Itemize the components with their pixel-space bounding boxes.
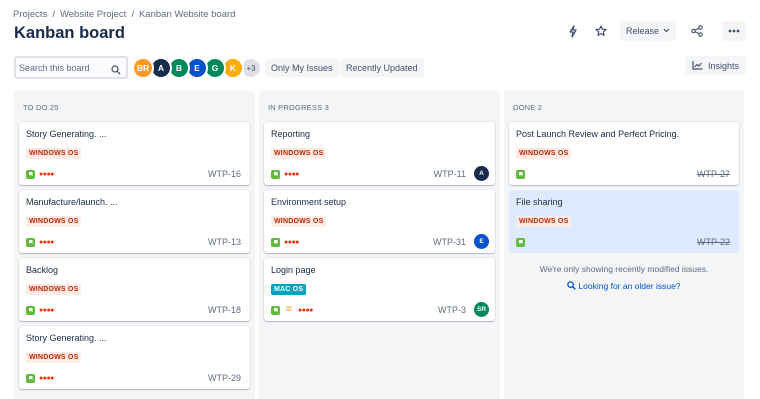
label-badge: WINDOWS OS: [26, 216, 82, 227]
issue-key: WTP-31: [432, 237, 466, 247]
share-icon[interactable]: [686, 21, 708, 41]
release-dropdown[interactable]: Release: [619, 21, 676, 41]
breadcrumb: Projects / Website Project / Kanban Website …: [13, 9, 235, 20]
issue-card[interactable]: Story Generating. ... WINDOWS OS ●●●● WT…: [19, 326, 250, 389]
card-title: Login page: [271, 265, 316, 275]
label-badge: WINDOWS OS: [516, 148, 572, 159]
story-icon: [271, 170, 280, 179]
issue-card[interactable]: Login page MAC OS = ●●●● WTP-3 SR: [264, 258, 495, 321]
search-box: [14, 56, 128, 79]
insights-button[interactable]: Insights: [684, 56, 746, 75]
story-icon: [26, 374, 35, 383]
older-issue-label: Looking for an older issue?: [578, 281, 681, 291]
page-title: Kanban board: [14, 24, 125, 42]
priority-highest-icon: ●●●●: [298, 307, 313, 314]
card-title: Reporting: [271, 129, 311, 139]
breadcrumb-projects[interactable]: Projects: [13, 9, 47, 20]
assignee-avatar[interactable]: SR: [474, 302, 489, 317]
issue-card[interactable]: Manufacture/launch. ... WINDOWS OS ●●●● …: [19, 190, 250, 253]
card-title: File sharing: [516, 197, 563, 207]
more-options-icon[interactable]: [722, 21, 746, 41]
column-todo: TO DO 25 Story Generating. ... WINDOWS O…: [14, 91, 255, 399]
issue-key: WTP-13: [207, 237, 241, 247]
label-badge: WINDOWS OS: [516, 216, 572, 227]
issue-key: WTP-29: [207, 373, 241, 383]
only-my-issues-button[interactable]: Only My Issues: [265, 59, 339, 77]
chevron-down-icon: [663, 28, 670, 35]
story-icon: [26, 306, 35, 315]
issue-key: WTP-3: [438, 305, 466, 315]
issue-card-selected[interactable]: File sharing WINDOWS OS WTP-22: [509, 190, 739, 253]
card-title: Backlog: [26, 265, 59, 275]
label-badge: WINDOWS OS: [271, 216, 327, 227]
breadcrumb-separator: /: [131, 9, 134, 20]
avatar-filter-group: BR A B E G K +3: [132, 57, 262, 79]
issue-card[interactable]: Backlog WINDOWS OS ●●●● WTP-18: [19, 258, 250, 321]
column-done: DONE 2 Post Launch Review and Perfect Pr…: [504, 91, 744, 399]
issue-key: WTP-16: [207, 169, 241, 179]
label-badge: WINDOWS OS: [26, 284, 82, 295]
card-title: Story Generating. ...: [26, 129, 107, 139]
story-icon: [271, 238, 280, 247]
recent-issues-note: We're only showing recently modified iss…: [539, 264, 709, 274]
board-toolbar: BR A B E G K +3 Only My Issues Recently …: [14, 56, 746, 80]
card-title: Post Launch Review and Perfect Pricing.: [516, 129, 680, 139]
priority-highest-icon: ●●●●: [39, 375, 54, 382]
breadcrumb-website-project[interactable]: Website Project: [60, 9, 126, 20]
assignee-avatar[interactable]: A: [474, 166, 489, 181]
breadcrumb-separator: /: [52, 9, 55, 20]
avatar[interactable]: BR: [132, 57, 154, 79]
label-badge: WINDOWS OS: [26, 352, 82, 363]
story-icon: [26, 238, 35, 247]
story-icon: [516, 238, 525, 247]
search-icon[interactable]: [111, 62, 121, 80]
issue-card[interactable]: Story Generating. ... WINDOWS OS ●●●● WT…: [19, 122, 250, 185]
card-title: Environment setup: [271, 197, 347, 207]
automation-lightning-icon[interactable]: [562, 21, 584, 41]
breadcrumb-board[interactable]: Kanban Website board: [139, 9, 235, 20]
assignee-avatar[interactable]: E: [474, 234, 489, 249]
story-icon: [516, 170, 525, 179]
issue-key: WTP-27: [696, 169, 730, 179]
star-icon[interactable]: [590, 21, 612, 41]
story-icon: [26, 170, 35, 179]
issue-key: WTP-11: [433, 169, 466, 179]
older-issue-link[interactable]: Looking for an older issue?: [504, 281, 744, 291]
issue-key: WTP-18: [207, 305, 241, 315]
label-badge: WINDOWS OS: [271, 148, 327, 159]
card-title: Story Generating. ...: [26, 333, 107, 343]
column-title: IN PROGRESS 3: [268, 103, 329, 112]
issue-card[interactable]: Post Launch Review and Perfect Pricing. …: [509, 122, 739, 185]
issue-key: WTP-22: [696, 237, 730, 247]
chart-line-icon: [692, 61, 703, 70]
insights-label: Insights: [707, 60, 739, 71]
column-title: DONE 2: [513, 103, 543, 112]
priority-medium-icon: =: [286, 304, 292, 315]
label-badge: WINDOWS OS: [26, 148, 82, 159]
recently-updated-button[interactable]: Recently Updated: [340, 59, 424, 77]
issue-card[interactable]: Environment setup WINDOWS OS ●●●● WTP-31…: [264, 190, 495, 253]
label-badge: MAC OS: [271, 284, 307, 295]
story-icon: [271, 306, 280, 315]
search-input[interactable]: [16, 58, 106, 78]
issue-card[interactable]: Reporting WINDOWS OS ●●●● WTP-11 A: [264, 122, 495, 185]
release-label: Release: [625, 26, 659, 36]
column-title: TO DO 25: [23, 103, 59, 112]
priority-highest-icon: ●●●●: [39, 239, 54, 246]
priority-highest-icon: ●●●●: [39, 307, 54, 314]
column-in-progress: IN PROGRESS 3 Reporting WINDOWS OS ●●●● …: [259, 91, 500, 399]
priority-highest-icon: ●●●●: [39, 171, 54, 178]
search-icon: [567, 281, 577, 290]
header-actions: Release: [556, 21, 746, 41]
priority-highest-icon: ●●●●: [284, 239, 299, 246]
priority-highest-icon: ●●●●: [284, 171, 299, 178]
card-title: Manufacture/launch. ...: [26, 197, 118, 207]
